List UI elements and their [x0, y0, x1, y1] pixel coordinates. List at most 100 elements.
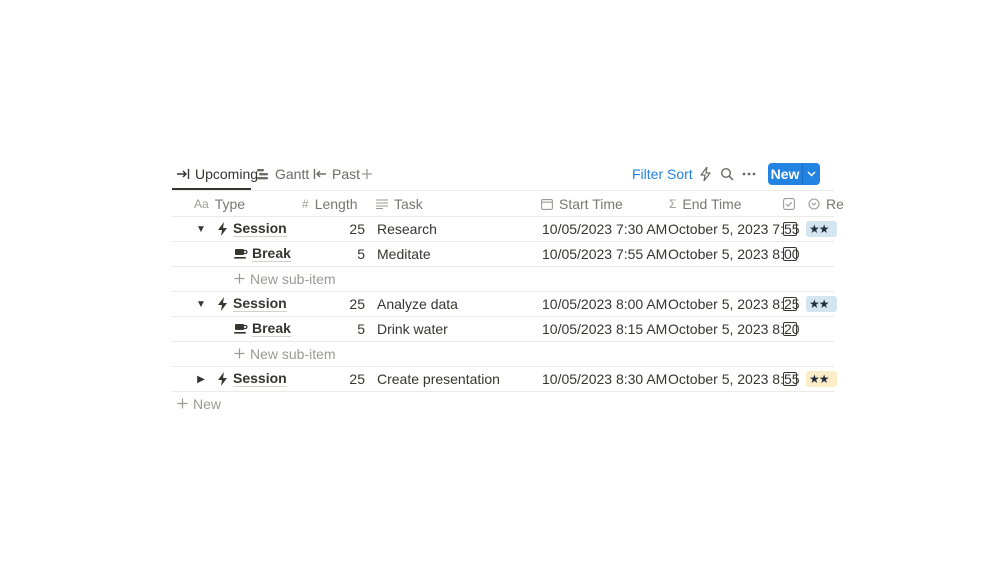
filter-button[interactable]: Filter — [632, 160, 663, 188]
completed-checkbox[interactable] — [783, 372, 797, 386]
end-time-cell: October 5, 2023 8:25 — [668, 296, 800, 312]
new-sub-item-button[interactable]: New sub-item — [234, 267, 336, 291]
tab-upcoming[interactable]: Upcoming — [176, 160, 258, 188]
column-label: Task — [394, 195, 423, 212]
lightning-icon — [217, 367, 228, 391]
start-time-cell[interactable]: 10/05/2023 7:30 AM — [542, 217, 667, 241]
tab-past[interactable]: Past — [313, 160, 360, 188]
column-label: Start Time — [559, 195, 623, 212]
length-cell[interactable]: 5 — [322, 317, 365, 341]
number-property-icon: # — [302, 196, 309, 211]
column-header-task[interactable]: Task — [376, 191, 423, 216]
new-sub-item-row[interactable]: New sub-item — [172, 342, 834, 367]
arrow-to-right-icon — [176, 167, 190, 181]
session-row[interactable]: ▶ Session 25 Create presentation 10/05/2023 … — [172, 367, 837, 392]
row-type-title[interactable]: Break — [252, 321, 291, 337]
completed-checkbox[interactable] — [783, 297, 797, 311]
length-cell[interactable]: 25 — [322, 217, 365, 241]
task-cell[interactable]: Create presentation — [377, 367, 500, 391]
column-label: Type — [214, 195, 246, 212]
column-header-checkbox[interactable] — [783, 191, 795, 216]
length-cell[interactable]: 25 — [322, 367, 365, 391]
column-header-rating[interactable]: Re — [808, 191, 844, 216]
sort-button[interactable]: Sort — [667, 160, 693, 188]
end-time-cell: October 5, 2023 8:00 — [668, 246, 800, 262]
rating-tag[interactable]: ★★ — [806, 296, 837, 312]
new-sub-item-button[interactable]: New sub-item — [234, 342, 336, 366]
column-header-length[interactable]: # Length — [302, 191, 358, 216]
column-header-start-time[interactable]: Start Time — [541, 191, 623, 216]
task-cell[interactable]: Analyze data — [377, 292, 458, 316]
start-time-cell[interactable]: 10/05/2023 8:15 AM — [542, 317, 667, 341]
plus-icon — [234, 271, 245, 287]
task-cell[interactable]: Meditate — [377, 242, 431, 266]
plus-icon[interactable] — [359, 166, 375, 182]
toggle-expanded-icon[interactable]: ▼ — [194, 217, 208, 241]
length-cell[interactable]: 5 — [322, 242, 365, 266]
calendar-icon — [541, 198, 553, 210]
rating-tag[interactable]: ★★ — [806, 371, 837, 387]
text-lines-icon — [376, 199, 388, 209]
new-button-label: New — [770, 166, 800, 182]
lightning-icon — [217, 292, 228, 316]
table-body: ▼ Session 25 Research 10/05/2023 7:30 AM Octo… — [172, 217, 837, 392]
toggle-expanded-icon[interactable]: ▼ — [194, 292, 208, 316]
plus-icon — [234, 346, 245, 362]
tab-label: Gantt — [275, 166, 310, 182]
new-row-label: New — [193, 396, 222, 412]
session-row[interactable]: ▼ Session 25 Research 10/05/2023 7:30 AM Octo… — [172, 217, 837, 242]
coffee-cup-icon — [234, 242, 248, 266]
session-row[interactable]: ▼ Session 25 Analyze data 10/05/2023 8:00 AM… — [172, 292, 837, 317]
checkbox-icon — [783, 197, 795, 210]
start-time-cell[interactable]: 10/05/2023 8:00 AM — [542, 292, 667, 316]
start-time-cell[interactable]: 10/05/2023 7:55 AM — [542, 242, 667, 266]
arrow-to-left-icon — [313, 167, 327, 181]
task-cell[interactable]: Research — [377, 217, 437, 241]
formula-icon: Σ — [669, 196, 677, 211]
new-sub-item-row[interactable]: New sub-item — [172, 267, 834, 292]
new-button[interactable]: New — [768, 163, 820, 185]
break-row[interactable]: Break 5 Drink water 10/05/2023 8:15 AM Octob… — [172, 317, 834, 342]
tab-gantt[interactable]: Gantt — [256, 160, 309, 188]
new-row[interactable]: New — [177, 392, 221, 416]
end-time-cell: October 5, 2023 8:55 — [668, 371, 800, 387]
end-time-cell: October 5, 2023 8:20 — [668, 321, 800, 337]
column-header-end-time[interactable]: Σ End Time — [669, 191, 742, 216]
lightning-icon — [217, 217, 228, 241]
tab-label: Upcoming — [195, 166, 259, 182]
view-toolbar: Upcoming Gantt Past Filter Sort New — [172, 160, 834, 191]
column-label: Re — [826, 195, 844, 212]
row-type-title[interactable]: Session — [233, 221, 287, 237]
new-sub-item-label: New sub-item — [250, 271, 336, 287]
tab-label: Past — [332, 166, 361, 182]
row-type-title[interactable]: Session — [233, 371, 287, 387]
coffee-cup-icon — [234, 317, 248, 341]
column-label: End Time — [682, 195, 742, 212]
chevron-down-icon[interactable] — [803, 171, 820, 177]
database-view: Upcoming Gantt Past Filter Sort New Aa T… — [172, 160, 844, 416]
more-horizontal-icon[interactable] — [741, 166, 757, 182]
task-cell[interactable]: Drink water — [377, 317, 448, 341]
rating-tag[interactable]: ★★ — [806, 221, 837, 237]
length-cell[interactable]: 25 — [322, 292, 365, 316]
search-icon[interactable] — [719, 166, 735, 182]
toggle-collapsed-icon[interactable]: ▶ — [194, 367, 208, 391]
completed-checkbox[interactable] — [783, 322, 797, 336]
select-icon — [808, 197, 820, 210]
completed-checkbox[interactable] — [783, 247, 797, 261]
lightning-icon[interactable] — [697, 166, 713, 182]
break-row[interactable]: Break 5 Meditate 10/05/2023 7:55 AM October … — [172, 242, 834, 267]
title-property-icon: Aa — [194, 196, 209, 211]
completed-checkbox[interactable] — [783, 222, 797, 236]
row-type-title[interactable]: Break — [252, 246, 291, 262]
row-type-title[interactable]: Session — [233, 296, 287, 312]
start-time-cell[interactable]: 10/05/2023 8:30 AM — [542, 367, 667, 391]
new-sub-item-label: New sub-item — [250, 346, 336, 362]
timeline-icon — [256, 167, 270, 181]
table-header: Aa Type # Length Task Start Time Σ End T… — [172, 191, 844, 217]
new-row-button[interactable]: New — [172, 392, 834, 416]
column-header-type[interactable]: Aa Type — [194, 191, 245, 216]
column-label: Length — [314, 195, 358, 212]
plus-icon — [177, 396, 188, 412]
end-time-cell: October 5, 2023 7:55 — [668, 221, 800, 237]
